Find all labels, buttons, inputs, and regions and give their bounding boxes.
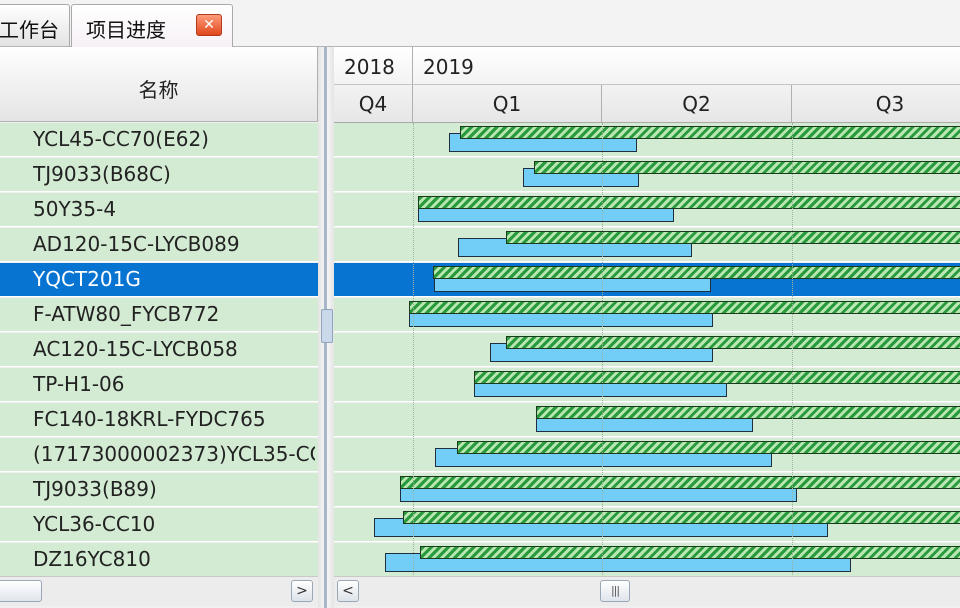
plan-bar[interactable] [433, 266, 960, 279]
quarter-q2: Q2 [602, 85, 792, 122]
table-row[interactable]: AC120-15C-LYCB058 [0, 333, 318, 367]
row-name: DZ16YC810 [33, 547, 151, 571]
table-row[interactable]: YCL45-CC70(E62) [0, 123, 318, 157]
gantt-scroll-thumb[interactable]: ||| [600, 580, 630, 602]
row-name: AD120-15C-LYCB089 [33, 232, 240, 256]
table-row[interactable]: DZ16YC810 [0, 543, 318, 577]
name-column-header-label: 名称 [138, 78, 179, 102]
left-scroll-track[interactable] [0, 580, 290, 602]
row-name: TP-H1-06 [33, 372, 125, 396]
scroll-right-icon[interactable]: > [291, 580, 313, 602]
table-row[interactable]: FC140-18KRL-FYDC765 [0, 403, 318, 437]
row-name: FC140-18KRL-FYDC765 [33, 407, 266, 431]
plan-bar[interactable] [457, 441, 960, 454]
gantt-bars-area [334, 123, 960, 579]
year-2019: 2019 [413, 47, 960, 85]
gridline [602, 123, 603, 579]
plan-bar[interactable] [474, 371, 960, 384]
plan-bar[interactable] [460, 126, 960, 139]
plan-bar[interactable] [409, 301, 960, 314]
quarter-label: Q3 [875, 92, 905, 116]
table-row[interactable]: YQCT201G [0, 263, 318, 297]
year-label: 2018 [344, 55, 395, 79]
quarter-label: Q2 [682, 92, 711, 116]
plan-bar[interactable] [506, 336, 960, 349]
plan-bar[interactable] [418, 196, 960, 209]
grip-icon: ||| [610, 584, 620, 597]
plan-bar[interactable] [403, 511, 960, 524]
table-row[interactable]: TJ9033(B89) [0, 473, 318, 507]
left-horizontal-scrollbar[interactable]: > [0, 576, 318, 606]
row-name: 50Y35-4 [33, 197, 117, 221]
row-name: TJ9033(B68C) [33, 162, 171, 186]
left-scroll-thumb[interactable] [0, 580, 42, 602]
tab-project-progress[interactable]: 项目进度 ✕ [71, 4, 233, 47]
table-row[interactable]: F-ATW80_FYCB772 [0, 298, 318, 332]
plan-bar[interactable] [534, 161, 960, 174]
table-row[interactable]: AD120-15C-LYCB089 [0, 228, 318, 262]
gantt-row[interactable] [334, 263, 960, 297]
timeline-header: 2018 2019 Q4 Q1 Q2 Q3 [334, 47, 960, 123]
splitter-grip[interactable] [321, 309, 333, 343]
panel-splitter[interactable] [318, 47, 334, 608]
row-name: TJ9033(B89) [33, 477, 157, 501]
table-row[interactable]: 50Y35-4 [0, 193, 318, 227]
gantt-row[interactable] [334, 228, 960, 262]
gantt-row[interactable] [334, 508, 960, 542]
year-label: 2019 [423, 55, 474, 79]
plan-bar[interactable] [400, 476, 960, 489]
gantt-row[interactable] [334, 438, 960, 472]
plan-bar[interactable] [506, 231, 960, 244]
tab-workbench-label: 工作台 [0, 18, 59, 42]
row-name: AC120-15C-LYCB058 [33, 337, 238, 361]
tab-strip: 工作台 项目进度 ✕ [0, 0, 960, 47]
gantt-row[interactable] [334, 158, 960, 192]
row-name: (17173000002373)YCL35-CC [33, 442, 315, 466]
gantt-row[interactable] [334, 333, 960, 367]
name-column-header[interactable]: 名称 [0, 47, 318, 122]
name-list: YCL45-CC70(E62) TJ9033(B68C) 50Y35-4 AD120-… [0, 123, 318, 579]
gantt-row[interactable] [334, 368, 960, 402]
row-name: F-ATW80_FYCB772 [33, 302, 220, 326]
gridline [792, 123, 793, 579]
row-name: YQCT201G [33, 267, 141, 291]
name-grid: 名称 YCL45-CC70(E62) TJ9033(B68C) 50Y35-4 AD1… [0, 47, 318, 608]
close-icon[interactable]: ✕ [196, 14, 222, 36]
table-row[interactable]: TP-H1-06 [0, 368, 318, 402]
gantt-row[interactable] [334, 403, 960, 437]
quarter-label: Q4 [358, 92, 388, 116]
gantt-row[interactable] [334, 543, 960, 577]
row-name: YCL36-CC10 [33, 512, 156, 536]
gantt-row[interactable] [334, 298, 960, 332]
quarter-q4: Q4 [334, 85, 413, 122]
scroll-left-icon[interactable]: < [337, 580, 359, 602]
gridline [413, 123, 414, 579]
gantt-row[interactable] [334, 473, 960, 507]
table-row[interactable]: TJ9033(B68C) [0, 158, 318, 192]
gantt-scroll-track[interactable] [360, 580, 960, 602]
table-row[interactable]: YCL36-CC10 [0, 508, 318, 542]
quarter-q3: Q3 [792, 85, 960, 122]
gantt-row[interactable] [334, 193, 960, 227]
plan-bar[interactable] [536, 406, 960, 419]
gantt-chart: 2018 2019 Q4 Q1 Q2 Q3 < ||| [334, 47, 960, 608]
table-row[interactable]: (17173000002373)YCL35-CC [0, 438, 318, 472]
tab-workbench[interactable]: 工作台 [0, 4, 70, 46]
gantt-row[interactable] [334, 123, 960, 157]
row-name: YCL45-CC70(E62) [33, 127, 209, 151]
tab-project-progress-label: 项目进度 [86, 18, 166, 42]
quarter-label: Q1 [492, 92, 522, 116]
year-2018: 2018 [334, 47, 413, 85]
plan-bar[interactable] [420, 546, 960, 559]
gantt-horizontal-scrollbar[interactable]: < ||| [334, 576, 960, 606]
quarter-q1: Q1 [413, 85, 602, 122]
